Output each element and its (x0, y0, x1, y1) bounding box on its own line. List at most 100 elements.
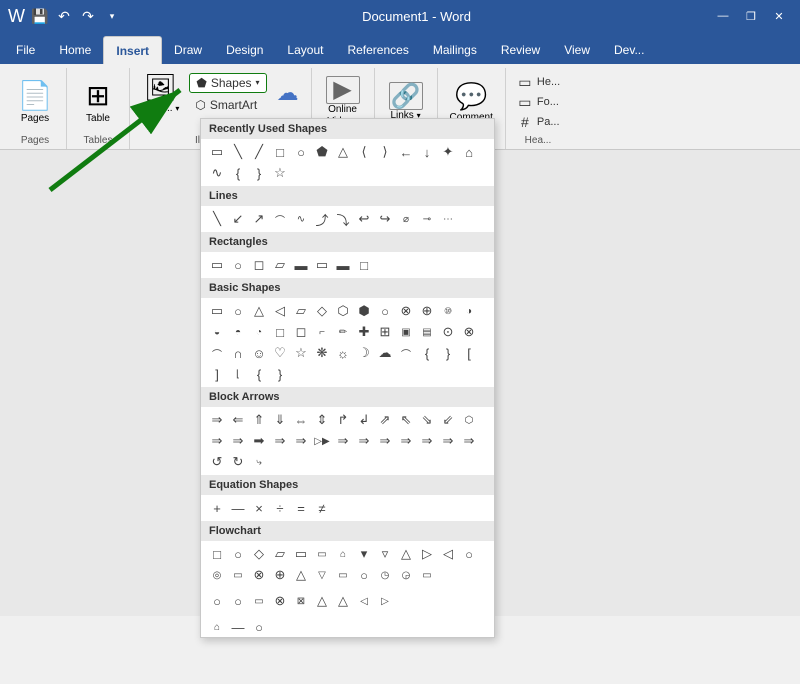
shape-item[interactable]: ◒ (207, 322, 227, 342)
shape-item[interactable]: ○ (249, 617, 269, 637)
shape-item[interactable]: ⬡ (459, 410, 479, 430)
shape-item[interactable]: ⊸ (417, 209, 437, 229)
shape-item[interactable]: ▽ (312, 565, 332, 585)
shape-item[interactable]: } (249, 163, 269, 183)
redo-button[interactable]: ↷ (77, 5, 99, 27)
shape-item[interactable]: ⇒ (228, 431, 248, 451)
pages-button[interactable]: 📄 Pages (10, 75, 60, 128)
shape-item[interactable]: ⌐ (312, 322, 332, 342)
shape-item[interactable]: ↻ (228, 452, 248, 472)
shape-item[interactable]: ⌂ (459, 142, 479, 162)
shape-item[interactable]: ← (396, 142, 416, 162)
shape-item[interactable]: ➡ (249, 431, 269, 451)
tab-references[interactable]: References (335, 36, 420, 64)
shape-item[interactable]: ⌂ (207, 617, 227, 637)
shape-item[interactable]: △ (312, 591, 332, 611)
tab-design[interactable]: Design (214, 36, 275, 64)
pictures-button[interactable]: 🖼 Pictu... ▾ (136, 68, 185, 118)
shape-item[interactable]: ○ (228, 591, 248, 611)
shape-item[interactable]: ⊠ (291, 591, 311, 611)
shape-item[interactable]: ▭ (312, 255, 332, 275)
save-button[interactable]: 💾 (29, 5, 51, 27)
shape-item[interactable]: ∿ (207, 163, 227, 183)
shape-item[interactable]: ⊗ (459, 322, 479, 342)
shape-item[interactable]: ◎ (207, 565, 227, 585)
table-button[interactable]: ⊞ Table (73, 75, 123, 128)
shape-item[interactable]: + (207, 498, 227, 518)
shape-item[interactable]: ⇒ (207, 431, 227, 451)
shape-item[interactable]: ☆ (291, 343, 311, 363)
shape-item[interactable]: ○ (459, 544, 479, 564)
minimize-button[interactable]: — (710, 5, 736, 27)
shape-item[interactable]: ❋ (312, 343, 332, 363)
shape-item[interactable]: ⇓ (270, 410, 290, 430)
customize-quick-access[interactable]: ▾ (101, 5, 123, 27)
shape-item[interactable]: □ (354, 255, 374, 275)
shape-item[interactable]: ▣ (396, 322, 416, 342)
footer-button[interactable]: ▭ Fo... (512, 93, 564, 112)
shape-item[interactable]: ≠ (312, 498, 332, 518)
shape-item[interactable]: ▭ (291, 544, 311, 564)
shape-item[interactable]: ╲ (228, 142, 248, 162)
shape-item[interactable]: ╲ (207, 209, 227, 229)
shape-item[interactable]: △ (249, 301, 269, 321)
shape-item[interactable]: ⊗ (249, 565, 269, 585)
shape-item[interactable]: ÷ (270, 498, 290, 518)
shape-item[interactable]: ⇒ (396, 431, 416, 451)
shape-item[interactable]: ▷ (375, 591, 395, 611)
tab-review[interactable]: Review (489, 36, 552, 64)
shape-item[interactable]: ⇔ (291, 410, 311, 430)
shape-item[interactable]: ◻ (249, 255, 269, 275)
shape-item[interactable]: ◑ (459, 301, 479, 321)
shape-item[interactable]: ⇒ (417, 431, 437, 451)
chart-button[interactable]: ☁ (271, 76, 305, 110)
shape-item[interactable]: ⇒ (207, 410, 227, 430)
shape-item[interactable]: ↱ (333, 410, 353, 430)
shape-item[interactable]: ◓ (228, 322, 248, 342)
shape-item[interactable]: ○ (291, 142, 311, 162)
close-button[interactable]: ✕ (766, 5, 792, 27)
shape-item[interactable]: △ (333, 142, 353, 162)
tab-layout[interactable]: Layout (275, 36, 335, 64)
shape-item[interactable]: ☺ (249, 343, 269, 363)
shape-item[interactable]: ⌂ (333, 544, 353, 564)
undo-button[interactable]: ↶ (53, 5, 75, 27)
shape-item[interactable]: ⤴ (312, 209, 332, 229)
shape-item[interactable]: ⬢ (354, 301, 374, 321)
shape-item[interactable]: ▭ (312, 544, 332, 564)
shape-item[interactable]: ○ (228, 301, 248, 321)
shape-item[interactable]: ⌒ (207, 343, 227, 363)
shape-item[interactable]: ⬟ (312, 142, 332, 162)
shape-item[interactable]: × (249, 498, 269, 518)
shape-item[interactable]: ╱ (249, 142, 269, 162)
shape-item[interactable]: { (417, 343, 437, 363)
shape-item[interactable]: ⇒ (333, 431, 353, 451)
shape-item[interactable]: ▭ (207, 142, 227, 162)
shape-item[interactable]: ⇒ (375, 431, 395, 451)
shape-item[interactable]: = (291, 498, 311, 518)
shape-item[interactable]: ◁ (438, 544, 458, 564)
tab-home[interactable]: Home (47, 36, 103, 64)
shape-item[interactable]: ✏ (333, 322, 353, 342)
shape-item[interactable]: [ (459, 343, 479, 363)
shape-item[interactable]: ⇑ (249, 410, 269, 430)
shape-item[interactable]: ◷ (375, 565, 395, 585)
shape-item[interactable]: ] (207, 364, 227, 384)
shape-item[interactable]: ⇒ (354, 431, 374, 451)
shape-item[interactable]: ☁ (375, 343, 395, 363)
shape-item[interactable]: ▱ (291, 301, 311, 321)
shape-item[interactable]: ▭ (228, 565, 248, 585)
shape-item[interactable]: ○ (375, 301, 395, 321)
shape-item[interactable]: ⌀ (396, 209, 416, 229)
shape-item[interactable]: ↗ (249, 209, 269, 229)
shape-item[interactable]: ⊗ (270, 591, 290, 611)
shape-item[interactable]: ⑩ (438, 301, 458, 321)
shape-item[interactable]: ⌒ (270, 209, 290, 229)
shape-item[interactable]: ▬ (333, 255, 353, 275)
tab-insert[interactable]: Insert (103, 36, 162, 64)
shape-item[interactable]: △ (291, 565, 311, 585)
shape-item[interactable]: { (228, 163, 248, 183)
shape-item[interactable]: ◶ (396, 565, 416, 585)
shape-item[interactable]: ▾ (354, 544, 374, 564)
shape-item[interactable]: ☆ (270, 163, 290, 183)
